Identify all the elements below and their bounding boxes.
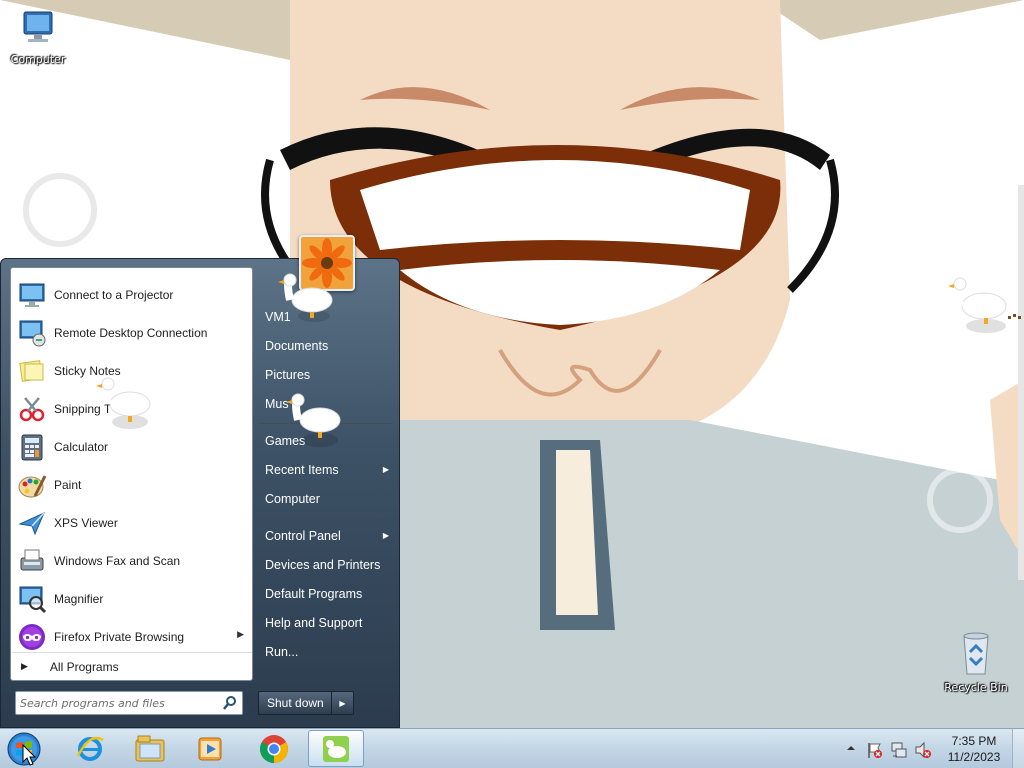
taskbar-clock[interactable]: 7:35 PM 11/2/2023 bbox=[938, 733, 1010, 765]
chrome-icon bbox=[260, 734, 288, 763]
desktop-icon-recycle-bin[interactable]: Recycle Bin bbox=[940, 630, 1012, 694]
start-menu-programs-pane: Connect to a Projector Remote Desktop Co… bbox=[10, 267, 253, 681]
program-calculator[interactable]: Calculator bbox=[12, 428, 252, 466]
program-label: Windows Fax and Scan bbox=[54, 554, 181, 568]
program-label: Remote Desktop Connection bbox=[54, 326, 208, 340]
all-programs-button[interactable]: ▶ All Programs bbox=[12, 652, 252, 680]
clock-date: 11/2/2023 bbox=[947, 750, 1001, 764]
program-label: Paint bbox=[54, 478, 82, 492]
taskbar-media-player[interactable] bbox=[182, 730, 238, 767]
shutdown-group: Shut down ▶ bbox=[258, 691, 354, 715]
show-desktop-button[interactable] bbox=[1012, 729, 1024, 768]
submenu-arrow-icon: ▶ bbox=[382, 465, 389, 474]
taskbar-chrome[interactable] bbox=[246, 730, 302, 767]
snipping-tool-icon bbox=[15, 392, 49, 426]
place-label: Default Programs bbox=[265, 587, 363, 601]
place-label: Help and Support bbox=[265, 616, 363, 630]
start-menu: Connect to a Projector Remote Desktop Co… bbox=[0, 235, 400, 728]
recycle-bin-icon bbox=[963, 632, 989, 675]
fax-scan-icon bbox=[15, 544, 49, 578]
program-label: Connect to a Projector bbox=[54, 288, 174, 302]
program-connect-projector[interactable]: Connect to a Projector bbox=[12, 276, 252, 314]
place-devices-printers[interactable]: Devices and Printers bbox=[259, 552, 393, 578]
place-label: Computer bbox=[265, 492, 320, 506]
shutdown-options-arrow-icon[interactable]: ▶ bbox=[332, 691, 354, 715]
program-magnifier[interactable]: Magnifier bbox=[12, 580, 252, 618]
place-computer[interactable]: Computer bbox=[259, 486, 393, 512]
xps-viewer-icon bbox=[15, 506, 49, 540]
place-label: Run... bbox=[265, 645, 299, 659]
action-center-flag-icon[interactable] bbox=[866, 741, 884, 762]
goose-sprite bbox=[278, 273, 333, 322]
all-programs-label: All Programs bbox=[49, 659, 119, 674]
expand-arrow-icon: ▶ bbox=[21, 661, 28, 672]
desktop-icon-label: Computer bbox=[10, 53, 66, 66]
file-explorer-icon bbox=[135, 735, 165, 761]
sticky-notes-icon bbox=[15, 354, 49, 388]
place-label: Documents bbox=[265, 339, 329, 353]
show-hidden-icons-icon[interactable] bbox=[846, 742, 856, 756]
media-player-icon bbox=[198, 737, 222, 760]
desktop-goose-icon bbox=[323, 735, 349, 762]
program-label: Magnifier bbox=[54, 592, 104, 606]
program-firefox-private[interactable]: Firefox Private Browsing ▶ bbox=[12, 618, 252, 656]
shutdown-button[interactable]: Shut down bbox=[258, 691, 332, 715]
place-control-panel[interactable]: Control Panel ▶ bbox=[259, 523, 393, 549]
taskbar-file-explorer[interactable] bbox=[122, 730, 178, 767]
start-search-input[interactable] bbox=[16, 692, 212, 714]
program-label: Calculator bbox=[54, 440, 109, 454]
place-label: Recent Items bbox=[265, 463, 339, 477]
place-pictures[interactable]: Pictures bbox=[259, 362, 393, 388]
program-label: Firefox Private Browsing bbox=[54, 630, 185, 644]
internet-explorer-icon bbox=[76, 736, 104, 761]
taskbar-desktop-goose[interactable] bbox=[308, 730, 364, 767]
volume-muted-icon[interactable] bbox=[914, 741, 932, 762]
program-paint[interactable]: Paint bbox=[12, 466, 252, 504]
start-search-box bbox=[15, 691, 243, 715]
program-remote-desktop[interactable]: Remote Desktop Connection bbox=[12, 314, 252, 352]
goose-sprite bbox=[96, 377, 151, 429]
paint-icon bbox=[15, 468, 49, 502]
place-documents[interactable]: Documents bbox=[259, 333, 393, 359]
menu-separator bbox=[259, 518, 393, 519]
computer-icon bbox=[23, 11, 53, 42]
desktop-icon-label: Recycle Bin bbox=[944, 681, 1008, 694]
mouse-pointer-icon bbox=[22, 744, 36, 766]
goose-sprite bbox=[948, 277, 1021, 333]
taskbar-internet-explorer[interactable] bbox=[62, 730, 118, 767]
projector-icon bbox=[15, 278, 49, 312]
place-label: Devices and Printers bbox=[265, 558, 381, 572]
submenu-arrow-icon: ▶ bbox=[382, 531, 389, 540]
place-recent-items[interactable]: Recent Items ▶ bbox=[259, 457, 393, 483]
place-default-programs[interactable]: Default Programs bbox=[259, 581, 393, 607]
remote-desktop-icon bbox=[15, 316, 49, 350]
program-label: XPS Viewer bbox=[54, 516, 118, 530]
network-icon[interactable] bbox=[890, 741, 908, 762]
place-label: Control Panel bbox=[265, 529, 341, 543]
place-run[interactable]: Run... bbox=[259, 639, 393, 665]
program-xps-viewer[interactable]: XPS Viewer bbox=[12, 504, 252, 542]
calculator-icon bbox=[15, 430, 49, 464]
place-help-support[interactable]: Help and Support bbox=[259, 610, 393, 636]
place-label: Pictures bbox=[265, 368, 311, 382]
desktop-icon-computer[interactable]: Computer bbox=[2, 8, 74, 66]
search-icon[interactable] bbox=[222, 695, 238, 711]
program-windows-fax-scan[interactable]: Windows Fax and Scan bbox=[12, 542, 252, 580]
taskbar: 7:35 PM 11/2/2023 bbox=[0, 728, 1024, 768]
firefox-private-icon bbox=[15, 620, 49, 654]
magnifier-icon bbox=[15, 582, 49, 616]
clock-time: 7:35 PM bbox=[951, 734, 997, 748]
submenu-arrow-icon: ▶ bbox=[237, 630, 244, 640]
goose-sprite bbox=[286, 393, 341, 447]
